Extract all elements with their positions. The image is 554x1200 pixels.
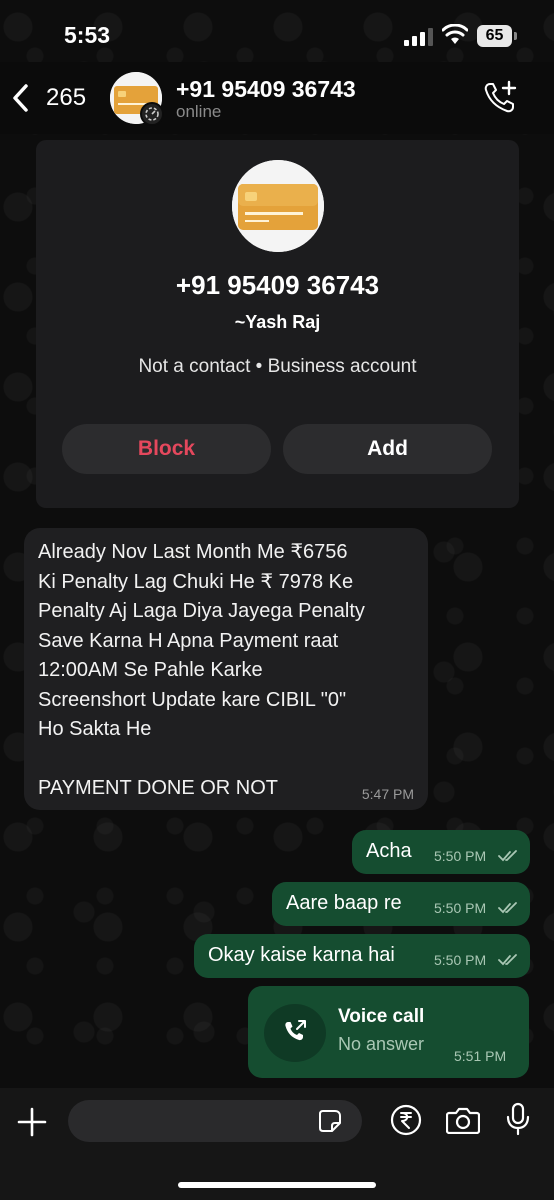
- composer-bar: [0, 1088, 554, 1200]
- home-indicator: [178, 1182, 376, 1188]
- battery-icon: 65: [477, 25, 517, 47]
- incoming-message[interactable]: Already Nov Last Month Me ₹6756 Ki Penal…: [24, 528, 428, 810]
- voice-call-title: Voice call: [338, 1006, 425, 1027]
- status-bar: 5:53 65: [0, 0, 554, 60]
- camera-icon[interactable]: [446, 1106, 480, 1134]
- voice-call-icon-wrap: [264, 1004, 326, 1062]
- call-add-icon[interactable]: [482, 80, 518, 116]
- mic-icon[interactable]: [506, 1102, 530, 1136]
- back-button[interactable]: 265: [10, 78, 86, 118]
- message-time: 5:50 PM: [434, 848, 487, 864]
- sticker-icon[interactable]: [318, 1109, 342, 1133]
- voice-call-status: No answer: [338, 1034, 425, 1054]
- message-time: 5:50 PM: [434, 952, 487, 968]
- chat-header: 265 +91 95409 36743 online: [0, 62, 554, 134]
- contact-info-card: +91 95409 36743 ~Yash Raj Not a contact …: [36, 140, 519, 508]
- double-check-icon: [498, 954, 517, 966]
- unread-count: 265: [46, 84, 87, 111]
- message-time: 5:47 PM: [361, 786, 414, 802]
- credit-card-image: [232, 160, 324, 252]
- outgoing-message[interactable]: Acha 5:50 PM: [352, 830, 530, 874]
- business-badge: [140, 102, 164, 126]
- wifi-icon: [442, 24, 468, 44]
- double-check-icon: [498, 902, 517, 914]
- add-contact-button[interactable]: Add: [283, 424, 492, 474]
- block-button[interactable]: Block: [62, 424, 271, 474]
- message-text: Acha: [366, 840, 412, 862]
- message-time: 5:51 PM: [454, 1048, 507, 1064]
- status-time: 5:53: [64, 22, 111, 48]
- card-avatar: [232, 160, 324, 252]
- voice-call-message[interactable]: Voice call No answer 5:51 PM: [248, 986, 529, 1078]
- outgoing-call-icon: [285, 1020, 306, 1041]
- outgoing-message[interactable]: Aare baap re 5:50 PM: [272, 882, 530, 926]
- contact-number[interactable]: +91 95409 36743: [176, 76, 356, 103]
- double-check-icon: [498, 850, 517, 862]
- card-phone-number: +91 95409 36743: [175, 270, 380, 300]
- outgoing-message[interactable]: Okay kaise karna hai 5:50 PM: [194, 934, 530, 978]
- message-text: Okay kaise karna hai: [208, 944, 395, 966]
- online-status: online: [176, 102, 222, 121]
- message-text: Aare baap re: [286, 892, 402, 914]
- chevron-left-icon: [13, 84, 28, 112]
- plus-icon[interactable]: [16, 1106, 48, 1138]
- card-account-info: Not a contact • Business account: [138, 356, 417, 377]
- timer-icon: [145, 107, 159, 121]
- card-contact-name: ~Yash Raj: [234, 312, 321, 332]
- rupee-icon[interactable]: [390, 1104, 422, 1136]
- message-text: Already Nov Last Month Me ₹6756 Ki Penal…: [38, 541, 365, 799]
- battery-level: 65: [485, 27, 504, 44]
- signal-icon: [404, 28, 433, 46]
- message-time: 5:50 PM: [434, 900, 487, 916]
